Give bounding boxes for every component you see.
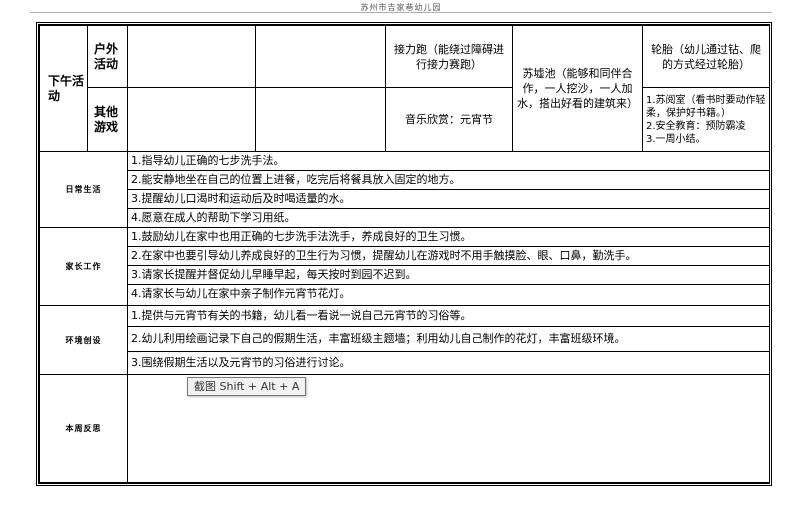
relay-run-cell: 接力跑（能绕过障碍进行接力赛跑）: [385, 25, 513, 88]
other-cell-1[interactable]: [127, 87, 256, 152]
sandpit-cell: 苏墟池（能够和同伴合作，一人挖沙，一人加水，搭出好看的建筑来）: [512, 25, 643, 152]
list-item: 2.在家中也要引导幼儿养成良好的卫生行为习惯，提醒幼儿在游戏时不用手触摸脸、眼、…: [128, 247, 769, 266]
weekly-plan-table: 下午活动 户外活动 接力跑（能绕过障碍进行接力赛跑） 苏墟池（能够和同伴合作，一…: [36, 22, 772, 486]
environment-label: 环境创设: [39, 305, 128, 375]
outdoor-cell-1[interactable]: [127, 25, 256, 88]
list-item: 1.鼓励幼儿在家中也用正确的七步洗手法洗手，养成良好的卫生习惯。: [128, 228, 769, 247]
parent-work-label: 家长工作: [39, 227, 128, 306]
tires-cell: 轮胎（幼儿通过钻、爬的方式经过轮胎）: [642, 25, 770, 88]
other-games-list: 1.苏阅室（看书时要动作轻柔，保护好书籍。） 2.安全教育：预防霸凌 3.一周小…: [642, 87, 770, 152]
other-games-label: 其他游戏: [87, 87, 128, 152]
list-item: 3.请家长提醒并督促幼儿早睡早起，每天按时到园不迟到。: [128, 266, 769, 285]
header-divider: [30, 12, 772, 13]
list-item: 2.幼儿利用绘画记录下自己的假期生活，丰富班级主题墙；利用幼儿自己制作的花灯，丰…: [128, 327, 769, 352]
environment-content: 1.提供与元宵节有关的书籍，幼儿看一看说一说自己元宵节的习俗等。 2.幼儿利用绘…: [127, 305, 770, 375]
list-item: 1.提供与元宵节有关的书籍，幼儿看一看说一说自己元宵节的习俗等。: [128, 306, 769, 327]
daily-life-label: 日常生活: [39, 151, 128, 228]
music-cell: 音乐欣赏：元宵节: [385, 87, 513, 152]
list-item: 4.愿意在成人的帮助下学习用纸。: [131, 211, 296, 224]
list-item: 4.请家长与幼儿在家中亲子制作元宵节花灯。: [131, 287, 351, 300]
parent-work-content: 1.鼓励幼儿在家中也用正确的七步洗手法洗手，养成良好的卫生习惯。 2.在家中也要…: [127, 227, 770, 306]
list-item: 3.围绕假期生活以及元宵节的习俗进行讨论。: [131, 356, 351, 369]
other-game-item: 3.一周小结。: [646, 133, 706, 145]
other-game-item: 1.苏阅室（看书时要动作轻柔，保护好书籍。）: [646, 94, 766, 119]
other-game-item: 2.安全教育：预防霸凌: [646, 120, 746, 132]
reflection-label: 本周反思: [39, 374, 128, 483]
list-item: 3.提醒幼儿口渴时和运动后及时喝适量的水。: [128, 190, 769, 209]
outdoor-cell-2[interactable]: [255, 25, 386, 88]
list-item: 1.指导幼儿正确的七步洗手法。: [128, 152, 769, 171]
daily-life-content: 1.指导幼儿正确的七步洗手法。 2.能安静地坐在自己的位置上进餐，吃完后将餐具放…: [127, 151, 770, 228]
screenshot-tooltip: 截图 Shift + Alt + A: [187, 377, 307, 396]
outdoor-activity-label: 户外活动: [87, 25, 128, 88]
list-item: 2.能安静地坐在自己的位置上进餐，吃完后将餐具放入固定的地方。: [128, 171, 769, 190]
other-cell-2[interactable]: [255, 87, 386, 152]
afternoon-activity-label: 下午活动: [39, 25, 88, 152]
